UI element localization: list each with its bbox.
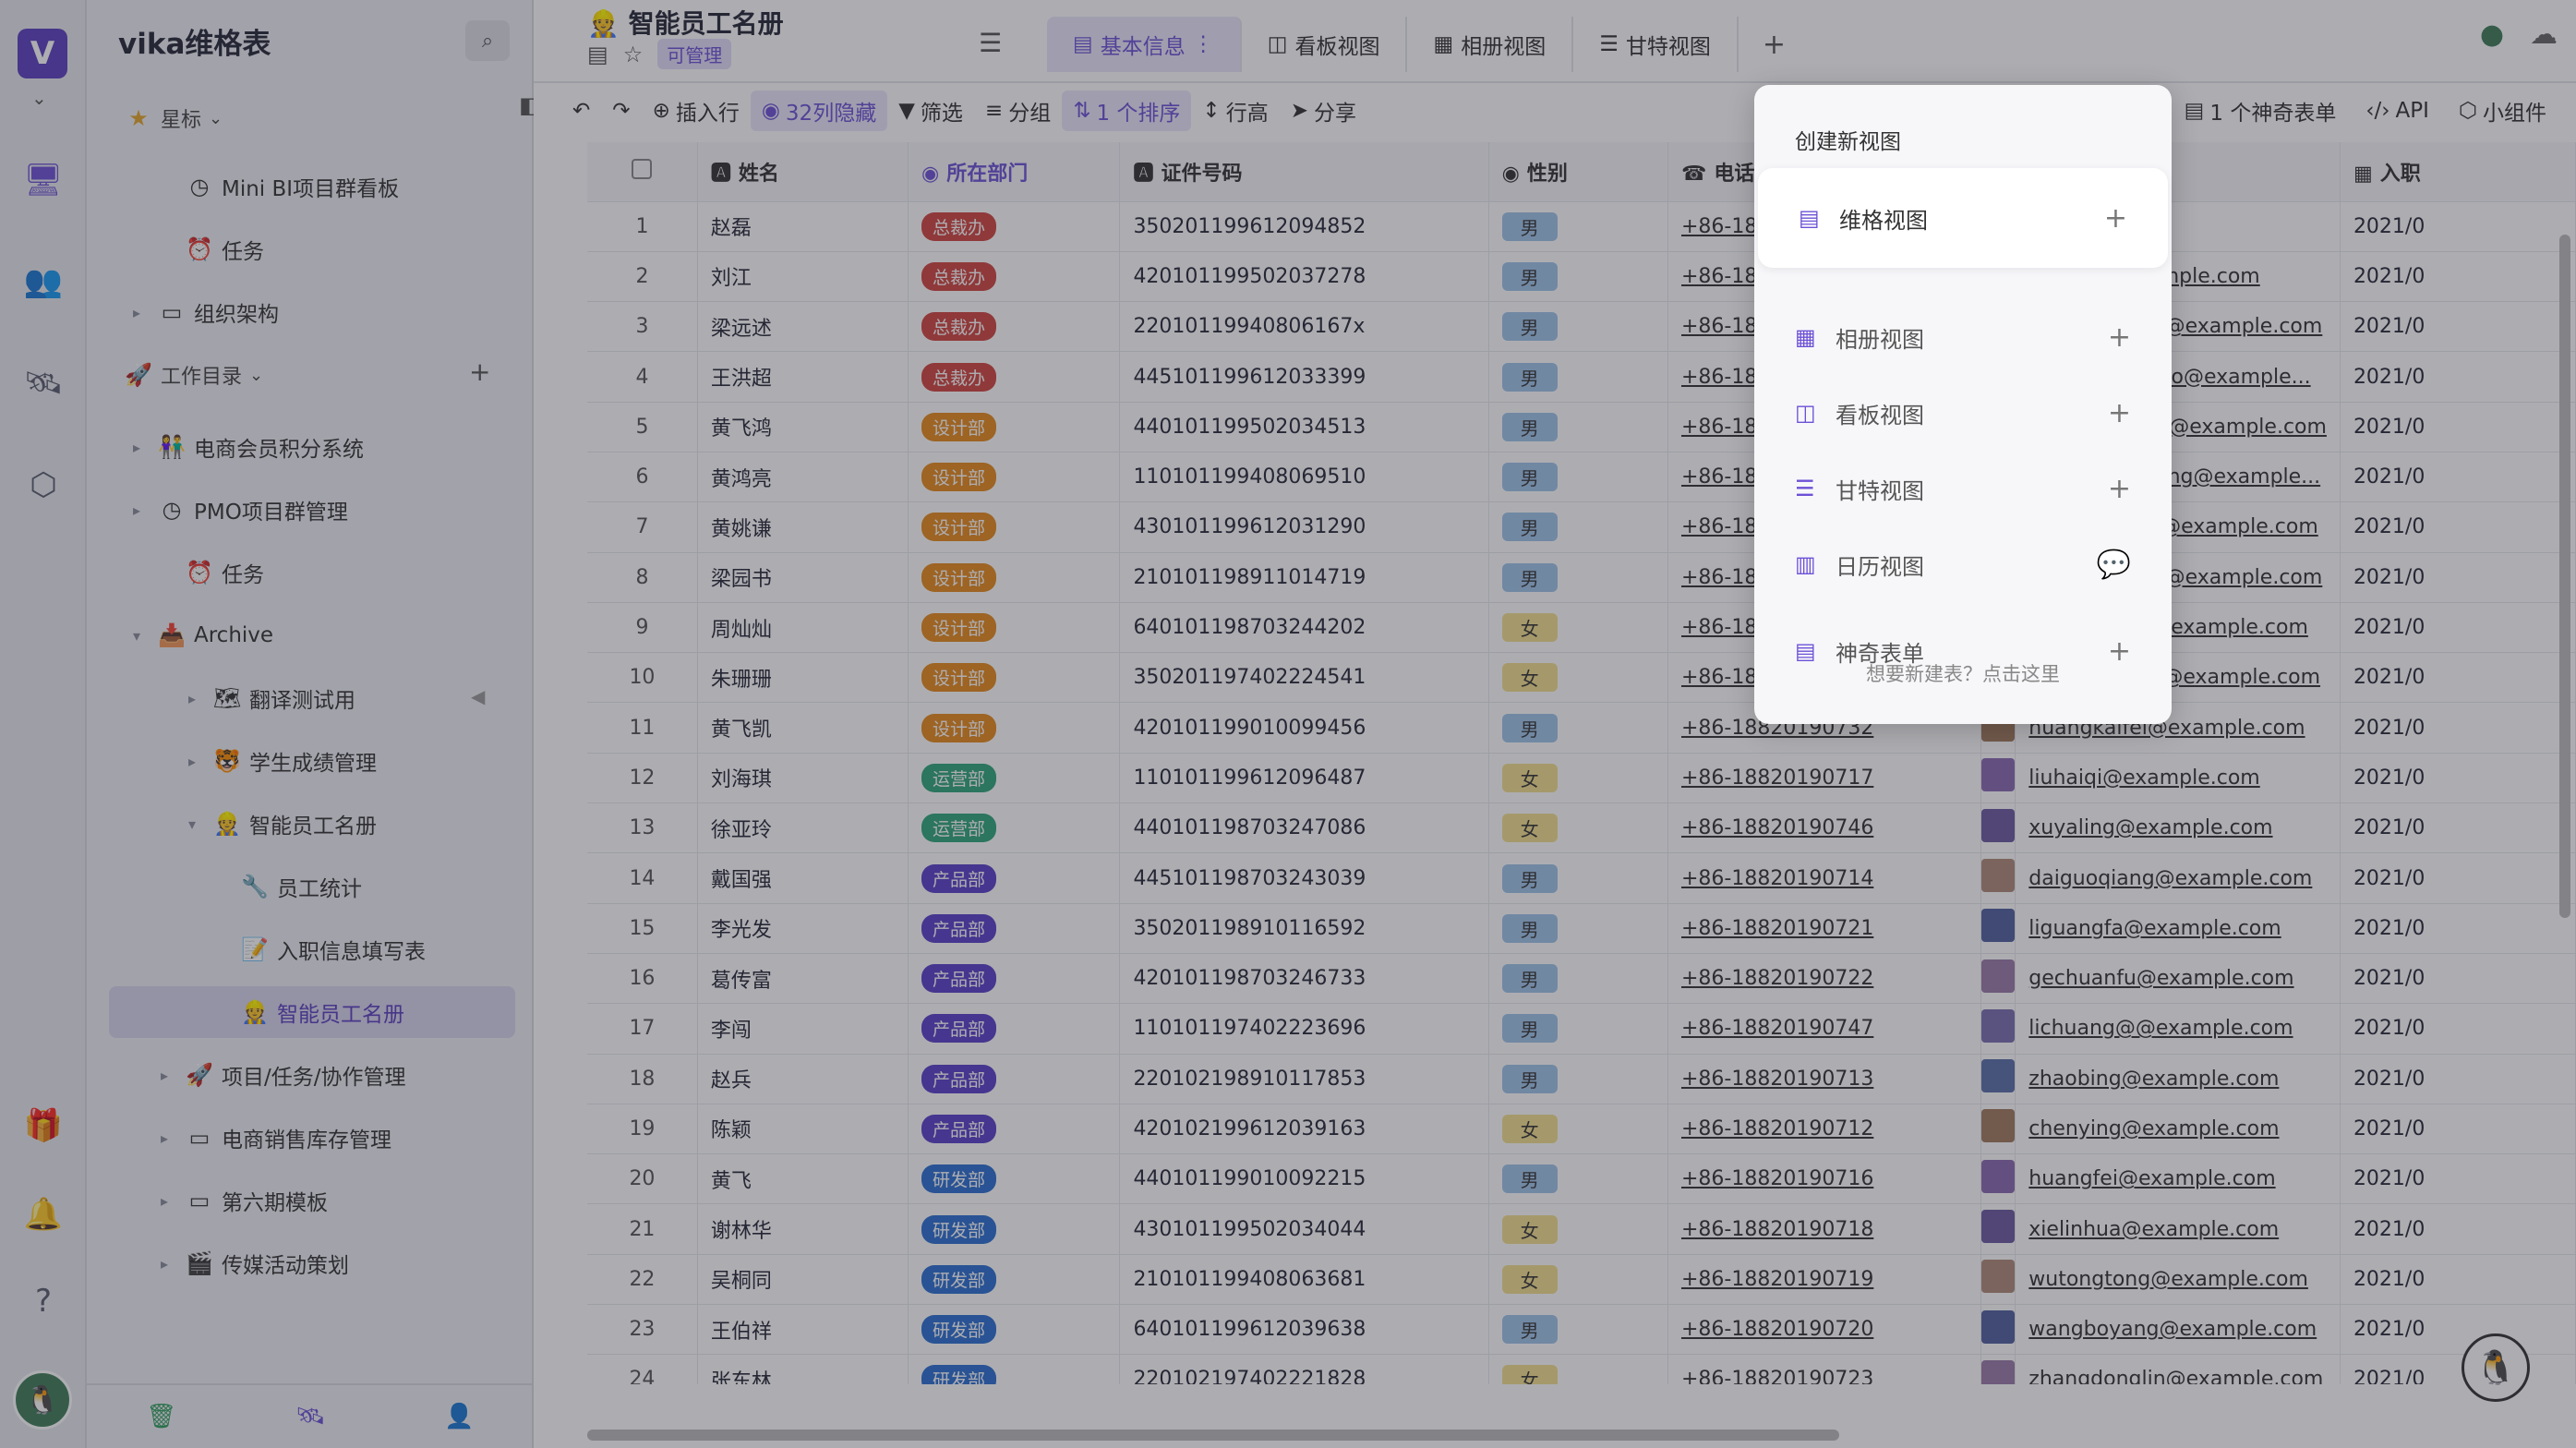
create-view-option[interactable]: ☰ 甘特视图 + [1754,451,2172,526]
view-type-label: 日历视图 [1836,553,1924,580]
view-type-icon: ◫ [1795,400,1816,426]
plus-icon[interactable]: + [2108,321,2131,354]
create-view-option[interactable]: ◫ 看板视图 + [1754,375,2172,451]
view-type-icon: ☰ [1795,476,1815,501]
feedback-icon[interactable]: 💬 [2097,549,2131,581]
plus-icon[interactable]: + [2108,473,2131,505]
view-type-icon: ▤ [1799,205,1820,231]
view-type-icon: ▥ [1795,551,1816,577]
create-table-hint-link[interactable]: 想要新建表？点击这里 [1754,659,2172,687]
app-root: V ⌄ 🖥 👥 🛰 ⬡ 🎁 🔔 ? 🐧 vika维格表 ⌕ ★ 星标 ⌄ ◷ Mi… [0,0,2576,1448]
create-view-option[interactable]: ▤ 维格视图 + [1758,168,2168,268]
plus-icon[interactable]: + [2104,202,2127,235]
modal-backdrop[interactable] [0,0,2576,1448]
view-type-icon: ▦ [1795,324,1816,350]
popup-title: 创建新视图 [1795,130,1901,154]
view-type-label: 甘特视图 [1836,477,1924,504]
view-type-label: 相册视图 [1836,326,1924,353]
create-view-popup: 创建新视图 ▤ 维格视图 + ▦ 相册视图 + ◫ 看板视图 + ☰ 甘特视图 + ▥ 日历视图 💬 ▤ 神奇表… [1754,85,2172,724]
create-view-option[interactable]: ▥ 日历视图 💬 [1754,526,2172,602]
view-type-label: 看板视图 [1836,402,1924,428]
plus-icon[interactable]: + [2108,397,2131,429]
view-type-label: 维格视图 [1839,207,1928,234]
create-view-option[interactable]: ▦ 相册视图 + [1754,299,2172,375]
